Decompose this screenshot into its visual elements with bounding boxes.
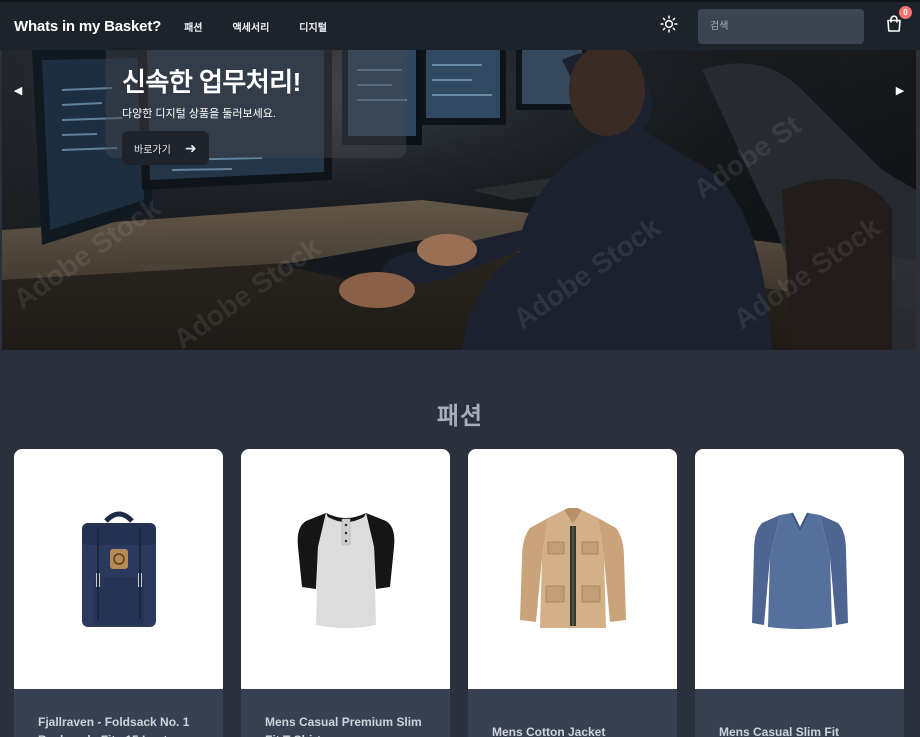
product-name: Mens Casual Slim Fit <box>719 725 840 737</box>
product-card[interactable]: Mens Casual Premium Slim Fit T-Shirts <box>241 449 450 737</box>
arrow-right-icon: ➜ <box>184 139 197 156</box>
product-info: Mens Casual Slim Fit <box>695 689 904 737</box>
search-input[interactable] <box>698 8 864 44</box>
cart-button[interactable]: 0 <box>882 5 913 38</box>
product-image <box>241 449 450 689</box>
product-image <box>695 449 904 689</box>
chevron-right-icon: ▶ <box>895 84 905 97</box>
product-name: Fjallraven - Foldsack No. 1 Backpack, Fi… <box>38 715 190 737</box>
tshirt-icon <box>297 513 394 628</box>
product-list: Fjallraven - Foldsack No. 1 Backpack, Fi… <box>14 449 904 737</box>
navbar: Whats in my Basket? 패션 액세서리 디지털 검색 0 <box>0 0 920 50</box>
product-card[interactable]: Mens Cotton Jacket <box>468 449 677 737</box>
nav-links: 패션 액세서리 디지털 <box>175 13 348 40</box>
product-image <box>14 449 223 689</box>
product-info: Mens Casual Premium Slim Fit T-Shirts <box>241 689 450 737</box>
brand-logo[interactable]: Whats in my Basket? <box>14 18 161 35</box>
nav-link-accessories[interactable]: 액세서리 <box>223 13 278 40</box>
cart-count-badge: 0 <box>898 5 913 20</box>
product-info: Fjallraven - Foldsack No. 1 Backpack, Fi… <box>14 689 223 737</box>
hero-cta-label: 바로가기 <box>134 144 171 156</box>
hero-subtitle: 다양한 디지털 상품을 둘러보세요. <box>122 108 276 120</box>
section-title: 패션 <box>436 403 484 430</box>
navbar-actions: 0 <box>656 2 920 50</box>
carousel-next-button[interactable]: ▶ <box>890 80 910 100</box>
hero-overlay-card: 신속한 업무처리! 다양한 디지털 상품을 둘러보세요. 바로가기 ➜ <box>106 50 406 165</box>
theme-toggle-button[interactable] <box>656 13 682 39</box>
nav-link-fashion[interactable]: 패션 <box>175 13 211 40</box>
hero-title: 신속한 업무처리! <box>122 67 301 97</box>
hero-carousel: Adobe Stock Adobe Stock Adobe Stock Adob… <box>2 50 916 350</box>
nav-link-digital[interactable]: 디지털 <box>290 13 336 40</box>
product-name: Mens Cotton Jacket <box>492 725 606 737</box>
carousel-prev-button[interactable]: ◀ <box>8 80 28 100</box>
product-image <box>468 449 677 689</box>
product-card[interactable]: Fjallraven - Foldsack No. 1 Backpack, Fi… <box>14 449 223 737</box>
jacket-icon <box>519 508 626 628</box>
chevron-left-icon: ◀ <box>13 84 23 97</box>
product-info: Mens Cotton Jacket <box>468 689 677 737</box>
hero-cta-button[interactable]: 바로가기 ➜ <box>122 131 209 165</box>
product-card[interactable]: Mens Casual Slim Fit <box>695 449 904 737</box>
product-name: Mens Casual Premium Slim Fit T-Shirts <box>265 715 422 737</box>
longsleeve-shirt-icon <box>751 512 848 629</box>
backpack-icon <box>81 511 156 627</box>
sun-icon <box>660 14 678 38</box>
shopping-bag-icon <box>886 15 902 37</box>
